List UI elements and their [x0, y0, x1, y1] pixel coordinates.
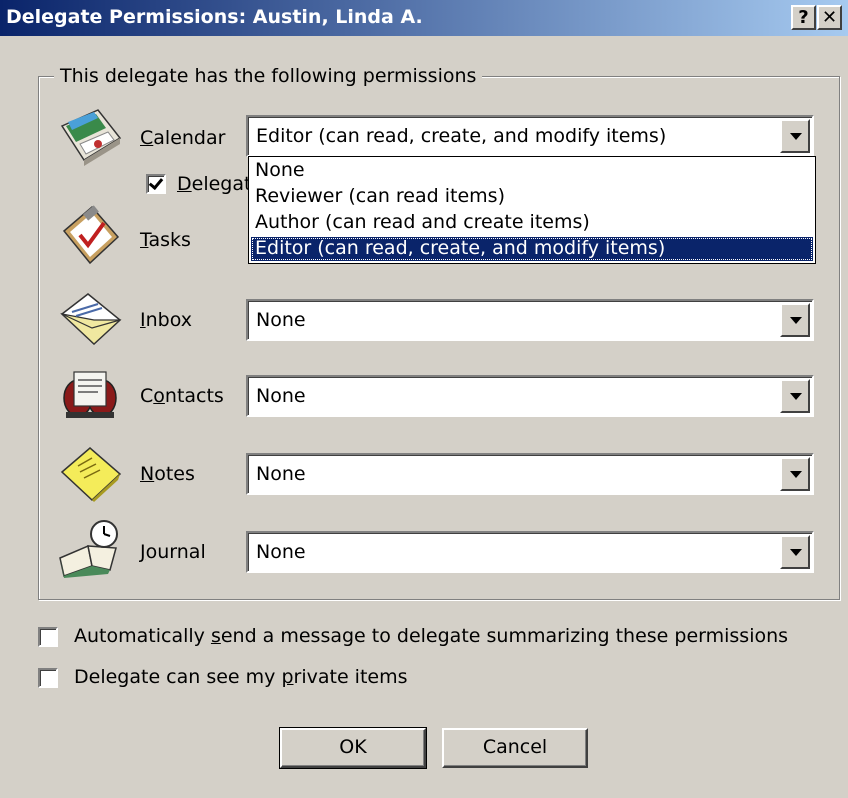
calendar-permission-select[interactable]: Editor (can read, create, and modify ite… — [246, 115, 814, 157]
cancel-button[interactable]: Cancel — [442, 728, 588, 768]
chevron-down-icon[interactable] — [780, 119, 810, 153]
window-title: Delegate Permissions: Austin, Linda A. — [6, 6, 423, 28]
chevron-down-icon[interactable] — [780, 457, 810, 491]
dropdown-option-author[interactable]: Author (can read and create items) — [251, 211, 813, 235]
notes-label: Notes — [140, 463, 195, 485]
calendar-icon — [60, 109, 122, 166]
auto-send-summary-label: Automatically send a message to delegate… — [74, 625, 789, 647]
journal-book-clock-icon — [59, 520, 118, 578]
auto-send-summary-checkbox[interactable] — [38, 627, 58, 647]
close-icon: ✕ — [821, 7, 838, 28]
calendar-permission-value: Editor (can read, create, and modify ite… — [256, 125, 667, 147]
inbox-permission-select[interactable]: None — [246, 299, 814, 341]
journal-permission-value: None — [256, 541, 306, 563]
inbox-envelope-icon — [60, 293, 122, 346]
see-private-items-label: Delegate can see my private items — [74, 666, 408, 688]
help-button[interactable]: ? — [791, 5, 816, 30]
contacts-rolodex-icon — [63, 371, 117, 418]
calendar-permission-dropdown-list: None Reviewer (can read items) Author (c… — [248, 156, 816, 264]
see-private-items-checkbox[interactable] — [38, 668, 58, 688]
tasks-label: Tasks — [140, 229, 191, 251]
contacts-permission-value: None — [256, 385, 306, 407]
journal-permission-select[interactable]: None — [246, 531, 814, 573]
title-bar: Delegate Permissions: Austin, Linda A. ?… — [0, 0, 848, 36]
permissions-group-legend: This delegate has the following permissi… — [54, 64, 483, 88]
dropdown-option-none[interactable]: None — [251, 159, 813, 183]
notes-permission-value: None — [256, 463, 306, 485]
notes-sticky-icon — [60, 447, 122, 502]
journal-label: Journal — [140, 541, 206, 563]
notes-permission-select[interactable]: None — [246, 453, 814, 495]
dropdown-option-editor[interactable]: Editor (can read, create, and modify ite… — [251, 237, 813, 261]
chevron-down-icon[interactable] — [780, 379, 810, 413]
contacts-label: Contacts — [140, 385, 224, 407]
contacts-permission-select[interactable]: None — [246, 375, 814, 417]
inbox-label: Inbox — [140, 309, 192, 331]
ok-button[interactable]: OK — [279, 727, 427, 769]
delegate-receives-label: Delegat — [177, 173, 252, 195]
dropdown-option-reviewer[interactable]: Reviewer (can read items) — [251, 185, 813, 209]
chevron-down-icon[interactable] — [780, 303, 810, 337]
inbox-permission-value: None — [256, 309, 306, 331]
tasks-clipboard-icon — [62, 205, 120, 265]
chevron-down-icon[interactable] — [780, 535, 810, 569]
delegate-receives-checkbox[interactable] — [146, 174, 166, 194]
calendar-label: Calendar — [140, 127, 226, 149]
close-button[interactable]: ✕ — [817, 5, 842, 30]
